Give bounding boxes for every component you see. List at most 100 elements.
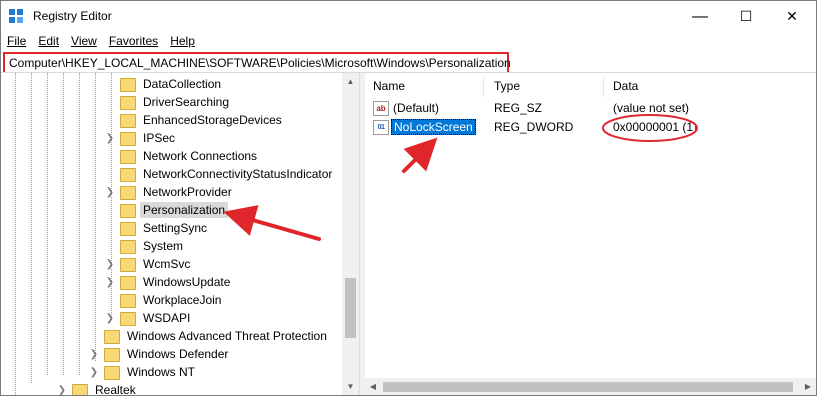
tree-item[interactable]: ❯ WcmSvc bbox=[105, 255, 193, 273]
tree-item-label: NetworkProvider bbox=[143, 185, 232, 199]
chevron-right-icon[interactable]: ❯ bbox=[89, 349, 99, 360]
tree-item-label: NetworkConnectivityStatusIndicator bbox=[143, 167, 333, 181]
key-tree[interactable]: DataCollection DriverSearching EnhancedS… bbox=[1, 73, 359, 395]
scroll-up-arrow-icon[interactable]: ▲ bbox=[342, 73, 359, 89]
column-divider[interactable] bbox=[603, 77, 604, 97]
tree-scroll-thumb[interactable] bbox=[345, 278, 356, 338]
menu-favorites-label: Favorites bbox=[108, 34, 159, 48]
tree-item-label: Network Connections bbox=[143, 149, 258, 163]
folder-icon bbox=[119, 293, 136, 308]
menu-file-label: File bbox=[7, 34, 27, 48]
menu-favorites[interactable]: Favorites bbox=[103, 32, 164, 51]
title-bar: Registry Editor — ☐ ✕ bbox=[1, 1, 816, 32]
tree-item-label: Realtek bbox=[95, 383, 136, 395]
tree-item[interactable]: Windows Advanced Threat Protection bbox=[89, 327, 330, 345]
value-row[interactable]: ab (Default) REG_SZ (value not set) bbox=[373, 99, 813, 117]
tree-item-label: WorkplaceJoin bbox=[143, 293, 222, 307]
chevron-right-icon[interactable]: ❯ bbox=[105, 313, 115, 324]
minimize-button[interactable]: — bbox=[677, 1, 723, 32]
folder-icon bbox=[119, 275, 136, 290]
value-data: (value not set) bbox=[613, 101, 690, 115]
tree-item-label: SettingSync bbox=[143, 221, 208, 235]
value-row-nolockscreen[interactable]: 01 NoLockScreen REG_DWORD 0x00000001 (1) bbox=[373, 118, 813, 136]
values-list[interactable]: Name Type Data ab (Default) REG_SZ (valu… bbox=[365, 73, 816, 395]
folder-icon bbox=[119, 203, 136, 218]
tree-item[interactable]: ❯ Windows NT bbox=[89, 363, 198, 381]
tree-item-label: WSDAPI bbox=[143, 311, 191, 325]
tree-item[interactable]: WorkplaceJoin bbox=[105, 291, 224, 309]
column-header-data[interactable]: Data bbox=[613, 79, 638, 97]
tree-item[interactable]: ❯ Windows Defender bbox=[89, 345, 231, 363]
menu-help[interactable]: Help bbox=[164, 32, 201, 51]
menu-file[interactable]: File bbox=[1, 32, 32, 51]
folder-icon bbox=[71, 383, 88, 395]
folder-icon bbox=[119, 113, 136, 128]
tree-guide-line bbox=[79, 73, 80, 375]
chevron-right-icon[interactable]: ❯ bbox=[89, 367, 99, 378]
tree-scrollbar[interactable] bbox=[342, 73, 359, 395]
window-title: Registry Editor bbox=[33, 9, 112, 23]
menu-view[interactable]: View bbox=[65, 32, 103, 51]
registry-editor-icon bbox=[9, 9, 25, 25]
tree-guide-line bbox=[15, 73, 16, 395]
folder-icon bbox=[119, 131, 136, 146]
value-type: REG_DWORD bbox=[494, 120, 574, 134]
folder-icon bbox=[119, 239, 136, 254]
folder-icon bbox=[119, 257, 136, 272]
tree-item[interactable]: DataCollection bbox=[105, 75, 224, 93]
tree-item[interactable]: NetworkConnectivityStatusIndicator bbox=[105, 165, 335, 183]
tree-item[interactable]: ❯ IPSec bbox=[105, 129, 178, 147]
tree-item[interactable]: ❯ WSDAPI bbox=[105, 309, 193, 327]
folder-icon bbox=[119, 311, 136, 326]
horizontal-scroll-thumb[interactable] bbox=[383, 382, 793, 392]
column-header-type[interactable]: Type bbox=[494, 79, 520, 97]
tree-item[interactable]: ❯ Realtek bbox=[57, 381, 139, 395]
tree-item-label: IPSec bbox=[143, 131, 176, 145]
tree-guide-line bbox=[63, 73, 64, 375]
tree-item-label: DriverSearching bbox=[143, 95, 230, 109]
tree-item-label: Windows Defender bbox=[127, 347, 229, 361]
chevron-right-icon[interactable]: ❯ bbox=[57, 385, 67, 396]
tree-item-label: WcmSvc bbox=[143, 257, 191, 271]
chevron-right-icon[interactable]: ❯ bbox=[105, 187, 115, 198]
tree-item[interactable]: ❯ NetworkProvider bbox=[105, 183, 235, 201]
chevron-right-icon[interactable]: ❯ bbox=[105, 133, 115, 144]
menu-edit[interactable]: Edit bbox=[32, 32, 65, 51]
value-data: 0x00000001 (1) bbox=[613, 120, 698, 134]
tree-item-personalization[interactable]: Personalization bbox=[105, 201, 229, 219]
column-header-name[interactable]: Name bbox=[373, 79, 405, 97]
folder-icon bbox=[103, 365, 120, 380]
chevron-right-icon[interactable]: ❯ bbox=[105, 277, 115, 288]
tree-item[interactable]: Network Connections bbox=[105, 147, 260, 165]
chevron-right-icon[interactable]: ❯ bbox=[105, 259, 115, 270]
scroll-down-arrow-icon[interactable]: ▼ bbox=[342, 378, 359, 394]
folder-icon bbox=[119, 167, 136, 182]
value-name[interactable]: NoLockScreen bbox=[391, 119, 476, 135]
tree-item[interactable]: ❯ WindowsUpdate bbox=[105, 273, 233, 291]
tree-guide-line bbox=[47, 73, 48, 375]
tree-item[interactable]: EnhancedStorageDevices bbox=[105, 111, 285, 129]
maximize-button[interactable]: ☐ bbox=[723, 1, 769, 32]
tree-item[interactable]: SettingSync bbox=[105, 219, 210, 237]
folder-icon bbox=[119, 95, 136, 110]
scroll-left-arrow-icon[interactable]: ◀ bbox=[365, 378, 381, 395]
address-bar[interactable]: Computer\HKEY_LOCAL_MACHINE\SOFTWARE\Pol… bbox=[3, 52, 511, 74]
scroll-right-arrow-icon[interactable]: ▶ bbox=[800, 378, 816, 395]
tree-guide-line bbox=[31, 73, 32, 383]
value-type: REG_SZ bbox=[494, 101, 543, 115]
tree-item[interactable]: System bbox=[105, 237, 186, 255]
dword-value-icon: 01 bbox=[373, 120, 389, 135]
folder-icon bbox=[119, 149, 136, 164]
tree-item-label: WindowsUpdate bbox=[143, 275, 231, 289]
close-button[interactable]: ✕ bbox=[769, 1, 815, 32]
tree-item[interactable]: DriverSearching bbox=[105, 93, 232, 111]
column-divider[interactable] bbox=[483, 77, 484, 97]
